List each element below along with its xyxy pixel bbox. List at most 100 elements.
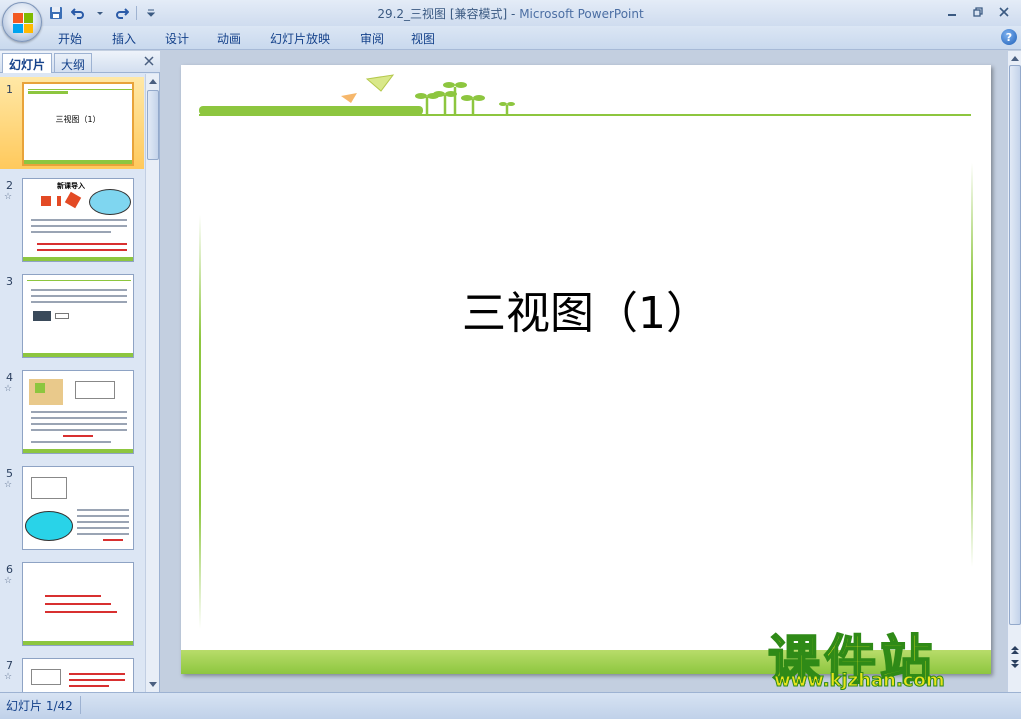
preview-text [31, 225, 127, 227]
thumbnails-scrollbar[interactable] [145, 74, 159, 692]
status-separator [80, 696, 81, 714]
next-slide-button[interactable] [1008, 657, 1021, 671]
slide-thumbnails: 1 三视图（1） 2 ☆ 新课导入 3 4 ☆ 5 ☆ 6 ☆ 7 ☆ [0, 74, 144, 692]
current-slide[interactable]: 三视图（1） [181, 65, 991, 674]
preview-text [31, 295, 127, 297]
preview-text [69, 685, 109, 687]
tab-review[interactable]: 审阅 [360, 30, 384, 47]
tab-slideshow[interactable]: 幻灯片放映 [270, 30, 330, 47]
animation-star-icon: ☆ [4, 192, 13, 202]
preview-text [45, 603, 111, 605]
ribbon-tabs: 开始 插入 设计 动画 幻灯片放映 审阅 视图 ? [0, 26, 1021, 50]
close-icon [999, 7, 1009, 17]
window-controls [939, 2, 1017, 22]
arrow-down-icon [149, 682, 157, 687]
preview-line [27, 280, 131, 281]
close-window-button[interactable] [991, 2, 1017, 22]
preview-text [31, 429, 127, 431]
title-bar: 29.2_三视图 [兼容模式] - Microsoft PowerPoint [0, 0, 1021, 26]
preview-image [31, 477, 67, 499]
previous-slide-button[interactable] [1008, 643, 1021, 657]
preview-text [31, 289, 127, 291]
tab-animations[interactable]: 动画 [217, 30, 241, 47]
site-watermark: 课件站 www.kjzhan.com [767, 618, 1004, 696]
tab-home[interactable]: 开始 [58, 30, 82, 47]
preview-footer [23, 641, 133, 645]
preview-cloud [89, 189, 131, 215]
preview-title: 三视图（1） [55, 115, 101, 124]
office-logo-icon [13, 13, 33, 33]
tab-outline[interactable]: 大纲 [54, 53, 93, 73]
preview-text [31, 441, 111, 443]
slide-thumbnail[interactable]: 7 ☆ [0, 653, 144, 692]
tab-view[interactable]: 视图 [411, 30, 435, 47]
animation-star-icon: ☆ [4, 672, 13, 682]
animation-star-icon: ☆ [4, 576, 13, 586]
preview-text [77, 509, 129, 511]
arrow-up-icon [1011, 56, 1019, 61]
slide-thumbnail[interactable]: 5 ☆ [0, 461, 144, 553]
scroll-up-button[interactable] [1008, 51, 1021, 65]
watermark-url: www.kjzhan.com [774, 670, 946, 692]
help-icon: ? [1005, 30, 1013, 44]
slide-scrollbar[interactable] [1007, 51, 1021, 692]
tab-slides[interactable]: 幻灯片 [2, 53, 53, 73]
animation-star-icon: ☆ [4, 480, 13, 490]
preview-text [31, 301, 127, 303]
slide-number: 1 [6, 83, 13, 96]
restore-icon [973, 7, 983, 17]
preview-text [31, 417, 127, 419]
tab-design[interactable]: 设计 [165, 30, 189, 47]
slide-number: 6 [6, 563, 13, 576]
slides-pane: 幻灯片 大纲 1 三视图（1） 2 ☆ 新课导入 3 4 ☆ 5 ☆ 6 ☆ 7… [0, 51, 160, 692]
slide-thumbnail[interactable]: 1 三视图（1） [0, 77, 144, 169]
slide-title[interactable]: 三视图（1） [181, 277, 991, 341]
status-bar: 幻灯片 1/42 [0, 692, 1021, 719]
slide-thumbnail[interactable]: 4 ☆ [0, 365, 144, 457]
preview-cloud [25, 511, 73, 541]
preview-image [33, 311, 51, 321]
preview-text [63, 435, 93, 437]
preview-text [45, 611, 117, 613]
minimize-button[interactable] [939, 2, 965, 22]
slide-thumbnail[interactable]: 2 ☆ 新课导入 [0, 173, 144, 265]
slide-preview [22, 370, 134, 454]
slide-preview [22, 466, 134, 550]
scrollbar-thumb[interactable] [1009, 65, 1021, 625]
slide-thumbnail[interactable]: 3 [0, 269, 144, 361]
slide-number: 3 [6, 275, 13, 288]
double-chevron-down-icon [1011, 660, 1019, 668]
preview-text [103, 539, 123, 541]
restore-button[interactable] [965, 2, 991, 22]
preview-text [31, 411, 127, 413]
scrollbar-thumb[interactable] [147, 90, 159, 160]
preview-text [37, 249, 127, 251]
slide-thumbnail[interactable]: 6 ☆ [0, 557, 144, 649]
scroll-up-button[interactable] [146, 74, 160, 88]
tab-insert[interactable]: 插入 [112, 30, 136, 47]
slide-preview [22, 274, 134, 358]
preview-text [69, 679, 125, 681]
preview-text [37, 243, 127, 245]
window-title: 29.2_三视图 [兼容模式] - Microsoft PowerPoint [0, 5, 1021, 22]
preview-title: 新课导入 [57, 182, 85, 190]
preview-bar [28, 91, 68, 94]
slide-number: 2 [6, 179, 13, 192]
preview-shape [41, 196, 51, 206]
scroll-down-button[interactable] [146, 678, 160, 692]
preview-line [28, 89, 132, 90]
minimize-icon [948, 14, 956, 16]
preview-text [77, 515, 129, 517]
double-chevron-up-icon [1011, 646, 1019, 654]
close-icon [144, 56, 154, 66]
office-button[interactable] [2, 2, 42, 42]
title-separator: - [507, 7, 520, 21]
help-button[interactable]: ? [1001, 29, 1017, 45]
preview-image [75, 381, 115, 399]
preview-text [77, 521, 129, 523]
document-title: 29.2_三视图 [兼容模式] [377, 7, 508, 21]
pane-tabs: 幻灯片 大纲 [0, 51, 160, 73]
close-pane-button[interactable] [144, 54, 154, 70]
preview-image [35, 383, 45, 393]
preview-shape [64, 191, 82, 209]
